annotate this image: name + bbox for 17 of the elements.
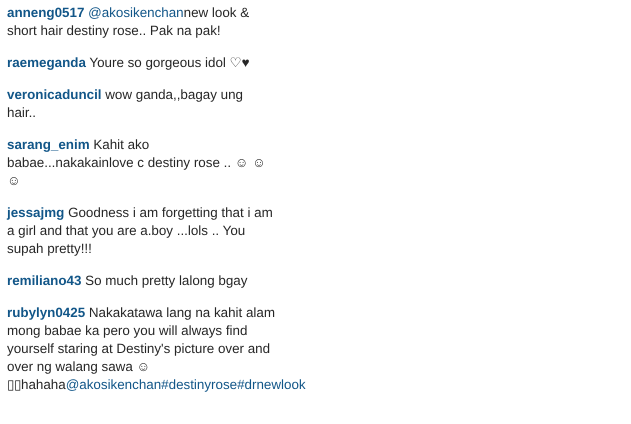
- tag-link[interactable]: @akosikenchan: [66, 377, 162, 392]
- username-link[interactable]: veronicaduncil: [7, 87, 102, 102]
- comment-text: jessajmg Goodness i am forgetting that i am a girl and that you are a.boy ...lols .. You supah pretty!!!: [7, 204, 274, 258]
- comment-text: remiliano43 So much pretty lalong bgay: [7, 272, 248, 290]
- comment-text: sarang_enim Kahit ako babae...nakakainlove c destiny rose .. ☺ ☺☺: [7, 136, 267, 190]
- tag-link[interactable]: #destinyrose: [161, 377, 238, 392]
- tag-link[interactable]: @akosikenchan: [88, 5, 184, 20]
- username-link[interactable]: remiliano43: [7, 273, 82, 288]
- username-link[interactable]: raemeganda: [7, 55, 86, 70]
- comment-text: veronicaduncil wow ganda,,bagay ung hair..: [7, 86, 244, 122]
- username-link[interactable]: rubylyn0425: [7, 305, 86, 320]
- comment-text: raemeganda Youre so gorgeous idol ♡♥: [7, 54, 251, 72]
- comment-text: anneng0517 @akosikenchannew look & short hair destiny rose.. Pak na pak!: [7, 4, 250, 40]
- username-link[interactable]: jessajmg: [7, 205, 64, 220]
- tag-link[interactable]: #drnewlook: [237, 377, 306, 392]
- username-link[interactable]: anneng0517: [7, 5, 84, 20]
- username-link[interactable]: sarang_enim: [7, 137, 90, 152]
